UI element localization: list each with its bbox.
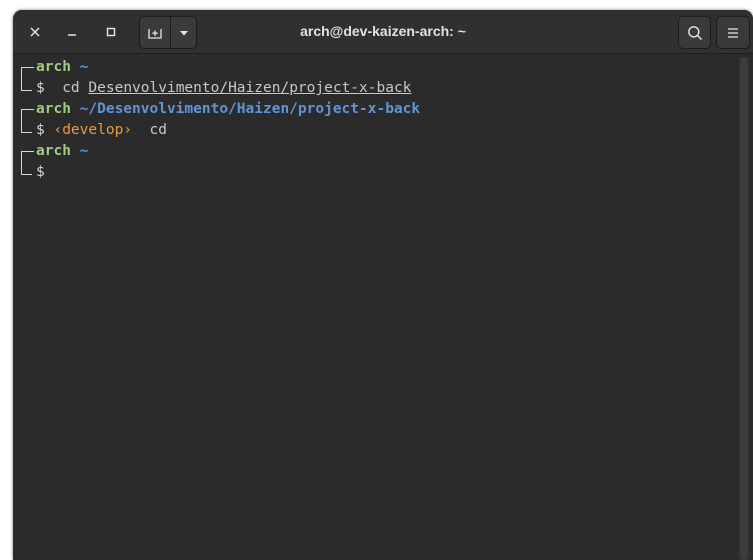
new-tab-group xyxy=(139,16,197,49)
hamburger-menu-icon xyxy=(728,27,738,38)
terminal-output[interactable]: arch ~ $ cd Desenvolvimento/Haizen/proje… xyxy=(18,57,728,557)
chevron-down-icon xyxy=(179,30,188,35)
terminal-window: arch@dev-kaizen-arch: ~ arch ~ $ cd Dese… xyxy=(13,10,753,560)
new-tab-button[interactable] xyxy=(140,17,171,48)
command-text: cd xyxy=(149,122,167,138)
prompt-box-bottom xyxy=(18,78,36,99)
tab-options-button[interactable] xyxy=(171,17,196,48)
close-icon xyxy=(30,27,40,37)
window-title: arch@dev-kaizen-arch: ~ xyxy=(300,23,466,39)
menu-button[interactable] xyxy=(716,16,750,49)
prompt-box-top xyxy=(18,99,36,121)
git-branch: ‹develop› xyxy=(53,122,133,138)
search-button[interactable] xyxy=(678,16,711,49)
maximize-icon xyxy=(106,27,116,37)
prompt-box-bottom xyxy=(18,120,36,141)
command-text: cd xyxy=(62,80,80,96)
prompt-header-line: arch ~ xyxy=(18,141,728,163)
new-tab-icon xyxy=(148,28,162,39)
prompt-command-line: $ cd Desenvolvimento/Haizen/project-x-ba… xyxy=(18,78,728,99)
search-icon xyxy=(687,25,702,40)
prompt-dollar: $ xyxy=(36,164,45,180)
minimize-button[interactable] xyxy=(59,19,85,45)
prompt-dollar: $ xyxy=(36,80,45,96)
prompt-dollar: $ xyxy=(36,122,45,138)
prompt-header-line: arch ~/Desenvolvimento/Haizen/project-x-… xyxy=(18,99,728,121)
prompt-box-bottom xyxy=(18,162,36,183)
minimize-icon xyxy=(68,34,76,36)
maximize-button[interactable] xyxy=(98,19,124,45)
scrollbar-thumb[interactable] xyxy=(740,57,748,560)
prompt-command-line: $ ‹develop› cd xyxy=(18,120,728,141)
prompt-command-line: $ xyxy=(18,162,728,183)
prompt-box-top xyxy=(18,57,36,79)
prompt-user: arch xyxy=(36,101,71,117)
prompt-header-line: arch ~ xyxy=(18,57,728,79)
header-bar: arch@dev-kaizen-arch: ~ xyxy=(13,10,753,54)
prompt-cwd: ~ xyxy=(79,143,89,159)
prompt-box-top xyxy=(18,141,36,163)
scrollbar[interactable] xyxy=(738,57,750,560)
prompt-cwd: ~/Desenvolvimento/Haizen/project-x-back xyxy=(79,101,421,117)
prompt-cwd: ~ xyxy=(79,59,89,75)
close-button[interactable] xyxy=(22,19,48,45)
command-argument: Desenvolvimento/Haizen/project-x-back xyxy=(88,80,412,96)
prompt-user: arch xyxy=(36,59,71,75)
prompt-user: arch xyxy=(36,143,71,159)
